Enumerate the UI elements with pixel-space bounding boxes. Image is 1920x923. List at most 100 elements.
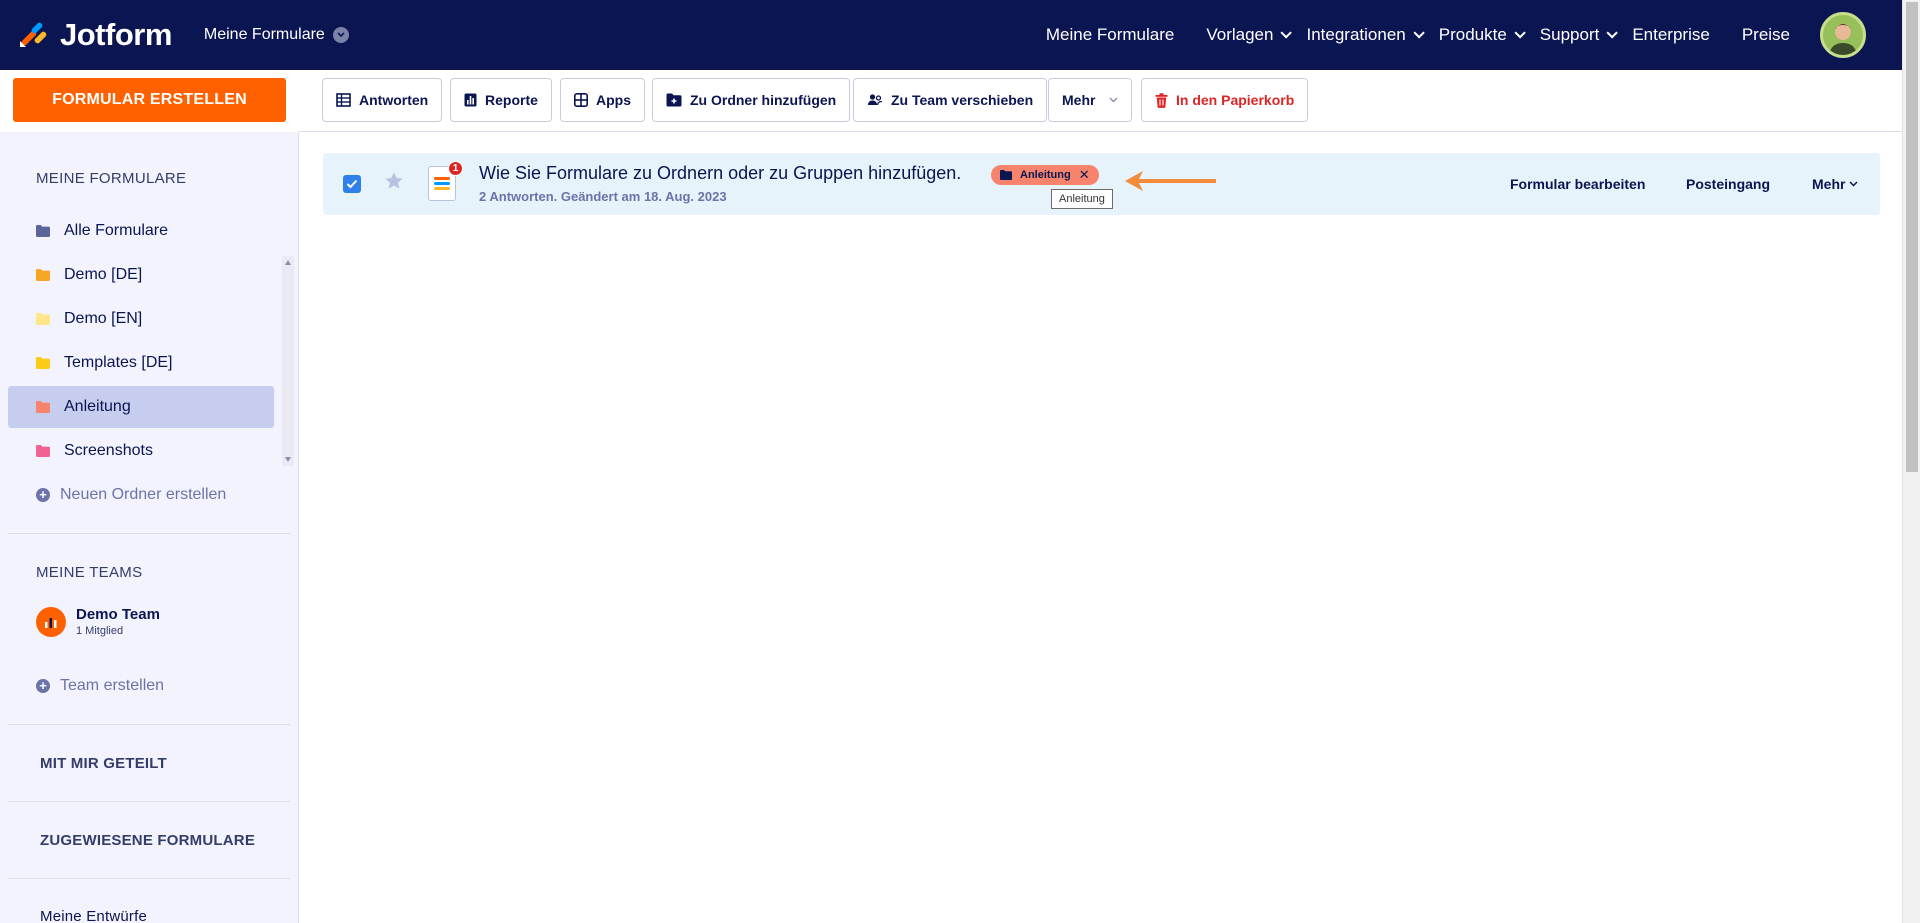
plus-circle-icon: + xyxy=(36,488,50,502)
shared-with-me-link[interactable]: MIT MIR GETEILT xyxy=(40,755,167,772)
sidebar-item-label: Templates [DE] xyxy=(64,354,173,371)
form-list-item[interactable]: 1 Wie Sie Formulare zu Ordnern oder zu G… xyxy=(323,153,1880,215)
sidebar-item-demo-de[interactable]: Demo [DE] xyxy=(8,254,274,296)
jotform-logo-icon xyxy=(18,19,50,51)
move-to-team-button[interactable]: Zu Team verschieben xyxy=(853,78,1048,122)
user-avatar[interactable] xyxy=(1820,12,1866,58)
new-folder-button[interactable]: + Neuen Ordner erstellen xyxy=(36,486,226,504)
team-icon xyxy=(867,93,883,107)
inbox-button[interactable]: Posteingang xyxy=(1686,176,1770,192)
nav-my-forms-label: Meine Formulare xyxy=(1045,25,1175,44)
nav-templates-label: Vorlagen xyxy=(1206,25,1274,44)
nav-integrations[interactable]: Integrationen xyxy=(1306,25,1425,45)
folder-tag[interactable]: Anleitung ✕ xyxy=(991,165,1099,185)
nav-templates[interactable]: Vorlagen xyxy=(1206,25,1293,45)
nav-enterprise[interactable]: Enterprise xyxy=(1632,25,1709,45)
apps-button-label: Apps xyxy=(596,92,631,108)
my-forms-heading: MEINE FORMULARE xyxy=(36,170,187,187)
nav-products[interactable]: Produkte xyxy=(1438,25,1526,45)
form-select-checkbox[interactable] xyxy=(343,175,361,193)
form-more-button[interactable]: Mehr xyxy=(1812,176,1858,192)
chevron-down-icon xyxy=(1109,97,1118,103)
folder-tag-label: Anleitung xyxy=(1020,169,1071,181)
nav-my-forms[interactable]: Meine Formulare xyxy=(1046,25,1175,45)
nav-support-label: Support xyxy=(1539,25,1600,44)
plus-circle-icon: + xyxy=(36,679,50,693)
my-forms-dropdown[interactable]: Meine Formulare xyxy=(204,26,349,44)
main-nav: Meine Formulare Vorlagen Integrationen P… xyxy=(1046,0,1884,70)
reports-button-label: Reporte xyxy=(485,92,538,108)
create-team-label: Team erstellen xyxy=(60,677,165,694)
chevron-down-icon xyxy=(1413,27,1425,39)
folder-icon xyxy=(36,401,50,413)
team-name: Demo Team xyxy=(76,606,160,623)
folder-icon xyxy=(36,313,50,325)
add-to-folder-button-label: Zu Ordner hinzufügen xyxy=(690,92,837,108)
sidebar-divider xyxy=(8,533,290,534)
create-form-button[interactable]: FORMULAR ERSTELLEN xyxy=(13,78,286,122)
team-item-demo-team[interactable]: Demo Team 1 Mitglied xyxy=(36,606,160,637)
move-to-trash-button[interactable]: In den Papierkorb xyxy=(1141,78,1309,122)
my-forms-dropdown-label: Meine Formulare xyxy=(203,26,325,43)
remove-tag-icon[interactable]: ✕ xyxy=(1079,167,1090,183)
favorite-star-icon[interactable] xyxy=(384,171,404,196)
more-actions-button[interactable]: Mehr xyxy=(1048,78,1133,122)
sidebar-item-templates-de[interactable]: Templates [DE] xyxy=(8,342,274,384)
chevron-down-icon xyxy=(1514,27,1526,39)
logo-text: Jotform xyxy=(60,17,172,52)
create-team-button[interactable]: + Team erstellen xyxy=(36,677,164,695)
sidebar-item-all-forms[interactable]: Alle Formulare xyxy=(8,210,274,252)
chevron-down-icon xyxy=(1849,181,1858,187)
sidebar-item-label: Demo [EN] xyxy=(64,310,143,327)
folder-icon xyxy=(36,269,50,281)
page-scrollbar[interactable] xyxy=(1902,0,1920,923)
nav-enterprise-label: Enterprise xyxy=(1632,25,1710,44)
form-more-label: Mehr xyxy=(1812,176,1846,192)
bar-chart-icon xyxy=(464,93,477,107)
page-scrollbar-thumb[interactable] xyxy=(1906,2,1918,472)
folder-plus-icon xyxy=(666,93,682,107)
nav-integrations-label: Integrationen xyxy=(1306,25,1406,44)
apps-button[interactable]: Apps xyxy=(560,78,645,122)
sidebar-item-label: Alle Formulare xyxy=(64,222,169,239)
folder-list-scrollbar[interactable] xyxy=(282,256,294,466)
apps-grid-icon xyxy=(574,93,588,107)
nav-support[interactable]: Support xyxy=(1539,25,1619,45)
assigned-forms-link[interactable]: ZUGEWIESENE FORMULARE xyxy=(40,832,255,849)
table-icon xyxy=(336,93,351,107)
sidebar-item-anleitung[interactable]: Anleitung xyxy=(8,386,274,428)
nav-products-label: Produkte xyxy=(1438,25,1507,44)
folder-icon xyxy=(1000,170,1012,180)
folder-icon xyxy=(36,445,50,457)
jotform-logo[interactable]: Jotform xyxy=(18,17,172,53)
sidebar-divider xyxy=(8,878,290,879)
team-members: 1 Mitglied xyxy=(76,625,124,637)
scroll-up-icon[interactable] xyxy=(285,260,291,265)
sidebar-item-label: Screenshots xyxy=(64,442,153,459)
user-avatar-icon xyxy=(1829,24,1857,55)
sidebar-divider xyxy=(8,724,290,725)
my-drafts-link[interactable]: Meine Entwürfe xyxy=(40,908,147,923)
responses-button-label: Antworten xyxy=(359,92,429,108)
new-responses-badge: 1 xyxy=(448,161,463,176)
nav-pricing-label: Preise xyxy=(1741,25,1790,44)
reports-button[interactable]: Reporte xyxy=(450,78,552,122)
scroll-down-icon[interactable] xyxy=(285,457,291,462)
new-folder-label: Neuen Ordner erstellen xyxy=(60,486,227,503)
edit-form-button[interactable]: Formular bearbeiten xyxy=(1510,176,1645,192)
responses-button[interactable]: Antworten xyxy=(322,78,443,122)
nav-pricing[interactable]: Preise xyxy=(1742,25,1790,45)
checkmark-icon xyxy=(346,179,358,189)
more-actions-button-label: Mehr xyxy=(1062,92,1096,108)
add-to-folder-button[interactable]: Zu Ordner hinzufügen xyxy=(652,78,851,122)
sidebar-item-demo-en[interactable]: Demo [EN] xyxy=(8,298,274,340)
top-navigation-bar: Jotform Meine Formulare Meine Formulare … xyxy=(0,0,1902,70)
sidebar-item-label: Anleitung xyxy=(64,398,131,415)
trash-icon xyxy=(1155,92,1168,108)
sidebar-item-screenshots[interactable]: Screenshots xyxy=(8,430,274,472)
chevron-down-icon xyxy=(1280,27,1293,39)
form-title[interactable]: Wie Sie Formulare zu Ordnern oder zu Gru… xyxy=(479,163,961,184)
sidebar-divider xyxy=(8,801,290,802)
form-actions-toolbar: Antworten Reporte Apps Zu Ordner hinzufü… xyxy=(299,70,1902,132)
folder-icon xyxy=(36,225,50,237)
